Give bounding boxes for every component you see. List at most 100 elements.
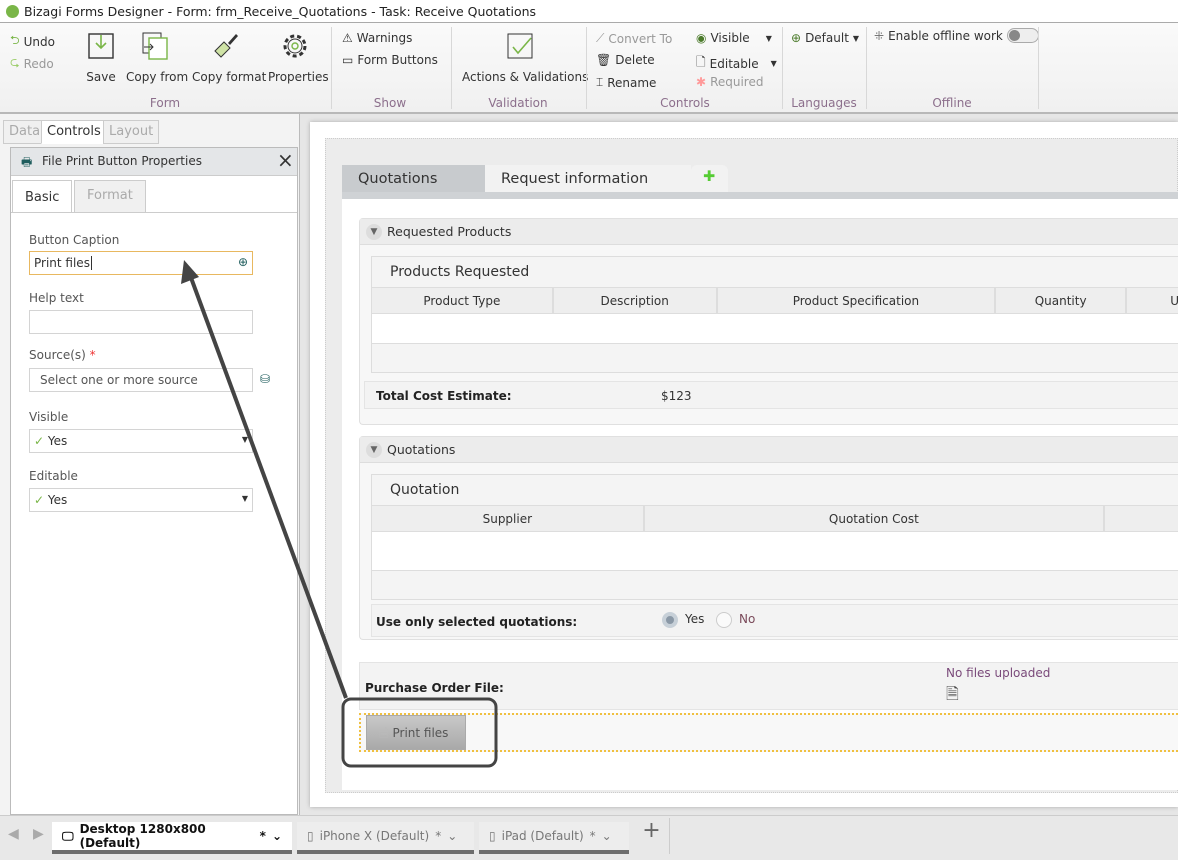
undo-button[interactable]: ⮌ Undo: [10, 31, 55, 52]
save-button[interactable]: Save: [86, 31, 116, 84]
visible-dropdown[interactable]: ◉ Visible ▼: [696, 31, 772, 45]
redo-icon: ⮎: [10, 55, 20, 69]
scroll-left-icon[interactable]: ◀: [8, 826, 19, 842]
caret-down-icon: ▼: [770, 59, 777, 68]
actions-validations-button[interactable]: Actions & Validations: [462, 31, 588, 84]
add-device-icon[interactable]: +: [634, 818, 670, 854]
check-icon: ✓: [34, 493, 45, 507]
tab-iphone[interactable]: ▯ iPhone X (Default) * ⌄: [297, 822, 474, 854]
paintbrush-icon: [214, 34, 238, 58]
tab-request-information[interactable]: Request information: [485, 165, 691, 193]
print-file-icon: 🗎: [379, 726, 389, 740]
tab-data[interactable]: Data: [3, 120, 47, 144]
grid-footer: [372, 344, 1178, 372]
print-button-selection: [359, 713, 1178, 752]
delete-button[interactable]: 🗑 Delete: [596, 53, 655, 67]
grid-footer: [372, 571, 1178, 599]
total-row: Total Cost Estimate: $123: [364, 381, 1178, 409]
panel-header[interactable]: ▼ Quotations: [360, 437, 1178, 463]
divider: [331, 27, 332, 109]
tab-controls[interactable]: Controls: [41, 120, 107, 144]
copy-format-button[interactable]: Copy format: [192, 31, 266, 84]
offline-icon: ⁜: [874, 28, 885, 43]
bizagi-logo-icon: [6, 5, 19, 18]
grid-header: Product Type Description Product Specifi…: [372, 287, 1178, 314]
ribbon: ⮌ Undo ⮎ Redo Save Copy from Copy format P…: [0, 23, 1178, 114]
tab-format[interactable]: Format: [74, 180, 146, 213]
divider: [782, 27, 783, 109]
tab-quotations[interactable]: Quotations: [342, 165, 485, 193]
chevron-down-icon: ⌄: [271, 829, 282, 843]
add-source-icon[interactable]: ⛁: [260, 372, 270, 386]
tab-layout[interactable]: Layout: [103, 120, 160, 144]
globe-icon[interactable]: ⊕: [238, 255, 248, 269]
required-button[interactable]: ✱ Required: [696, 75, 763, 89]
offline-toggle-row: ⁜ Enable offline work: [874, 28, 1039, 43]
copy-from-icon: [142, 32, 168, 60]
button-caption-input[interactable]: Print files ⊕: [29, 251, 253, 275]
grid-row: [372, 314, 1178, 344]
asterisk-icon: ✱: [696, 75, 707, 89]
close-icon[interactable]: ×: [277, 148, 294, 172]
language-dropdown[interactable]: ⊕ Default ▼: [791, 31, 859, 45]
sources-input[interactable]: Select one or more source: [29, 368, 253, 392]
offline-toggle[interactable]: [1006, 28, 1039, 43]
divider: [451, 27, 452, 109]
panel-header[interactable]: ▼ Requested Products: [360, 219, 1178, 245]
save-icon: [88, 33, 114, 59]
caret-down-icon: ▼: [852, 33, 860, 43]
editable-dropdown[interactable]: 🗋 Editable ▼: [696, 53, 777, 74]
rename-icon: ⌶: [596, 75, 604, 89]
requested-products-panel: ▼ Requested Products Products Requested P…: [359, 218, 1178, 425]
properties-panel: 🖶 File Print Button Properties × Basic F…: [10, 147, 298, 815]
redo-button[interactable]: ⮎ Redo: [10, 53, 54, 74]
visible-select[interactable]: ✓ Yes ▼: [29, 429, 253, 453]
chevron-down-icon[interactable]: ▼: [366, 224, 382, 240]
radio-no[interactable]: [716, 612, 732, 628]
upload-file-icon[interactable]: 🗎: [946, 683, 959, 710]
editable-select[interactable]: ✓ Yes ▼: [29, 488, 253, 512]
warnings-button[interactable]: ⚠ Warnings: [342, 31, 412, 45]
check-icon: ✓: [34, 434, 45, 448]
form-buttons-button[interactable]: ▭ Form Buttons: [342, 53, 438, 67]
printer-icon: 🖶: [21, 155, 33, 169]
tab-ipad[interactable]: ▯ iPad (Default) * ⌄: [479, 822, 629, 854]
tab-desktop[interactable]: 🖵 Desktop 1280x800 (Default) * ⌄: [52, 822, 292, 854]
caret-down-icon: ▼: [241, 494, 248, 503]
tablet-icon: ▯: [489, 829, 496, 843]
chevron-down-icon: ⌄: [601, 829, 612, 843]
print-files-button[interactable]: 🗎 Print files: [366, 715, 466, 750]
warning-icon: ⚠: [342, 31, 353, 45]
scroll-right-icon[interactable]: ▶: [33, 826, 44, 842]
grid-header: Supplier Quotation Cost: [372, 505, 1178, 532]
caret-down-icon: ▼: [765, 33, 772, 43]
chevron-down-icon: ⌄: [447, 829, 458, 843]
form-buttons-icon: ▭: [342, 53, 354, 67]
wand-icon: ⟋: [596, 31, 605, 45]
left-panel: Data Controls Layout 🖶 File Print Button…: [0, 114, 300, 815]
divider: [1038, 27, 1039, 109]
divider: [866, 27, 867, 109]
radio-yes[interactable]: [662, 612, 678, 628]
total-value: $123: [661, 389, 692, 403]
quotations-grid: Quotation Supplier Quotation Cost: [371, 474, 1178, 600]
editable-icon: 🗋: [696, 55, 706, 69]
convert-to-button[interactable]: ⟋ Convert To: [596, 31, 672, 46]
trash-icon: 🗑: [596, 53, 612, 67]
caret-down-icon: ▼: [241, 435, 248, 444]
use-selected-row: Use only selected quotations: Yes No: [371, 604, 1178, 637]
properties-button[interactable]: Properties: [268, 31, 329, 84]
eye-icon: ◉: [696, 31, 707, 45]
help-text-input[interactable]: [29, 310, 253, 334]
rename-button[interactable]: ⌶ Rename: [596, 75, 656, 90]
checkbox-icon: [507, 33, 533, 59]
copy-from-button[interactable]: Copy from: [126, 31, 188, 84]
undo-icon: ⮌: [10, 33, 20, 47]
chevron-down-icon[interactable]: ▼: [366, 442, 382, 458]
phone-icon: ▯: [307, 829, 314, 843]
tab-basic[interactable]: Basic: [12, 180, 73, 213]
add-tab-icon[interactable]: ✚: [691, 165, 728, 193]
window-title: Bizagi Forms Designer - Form: frm_Receiv…: [24, 4, 537, 19]
desktop-icon: 🖵: [62, 828, 74, 843]
products-grid: Products Requested Product Type Descript…: [371, 256, 1178, 373]
